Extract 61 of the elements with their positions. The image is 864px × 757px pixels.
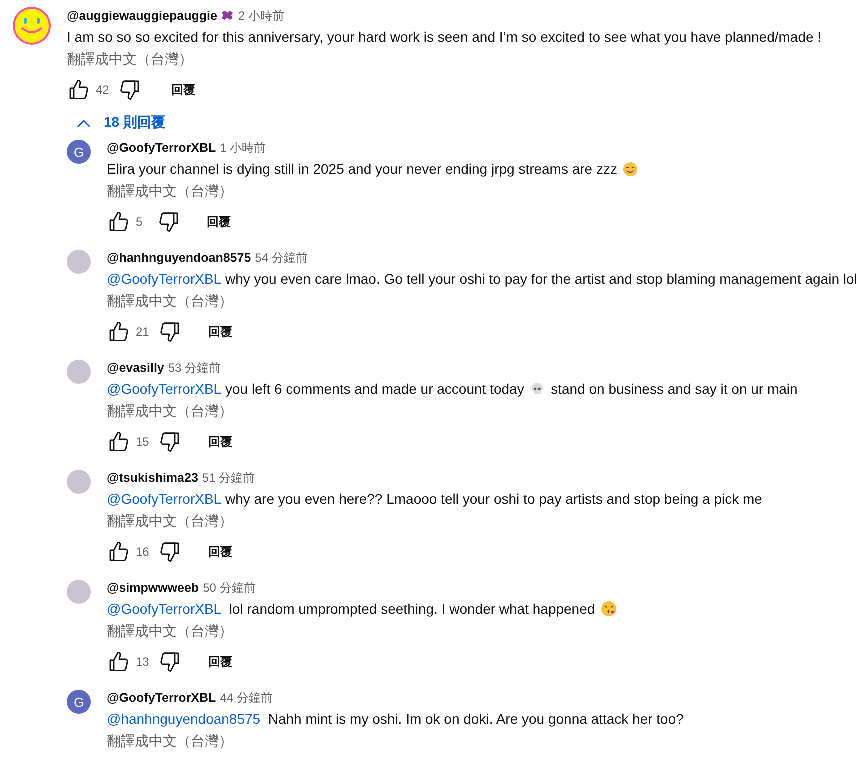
skull-icon	[530, 382, 546, 396]
timestamp[interactable]: 51 分鐘前	[202, 470, 256, 486]
like-icon[interactable]	[107, 540, 131, 564]
author-name[interactable]: @GoofyTerrorXBL	[107, 691, 216, 705]
like-count: 5	[136, 215, 144, 229]
author-name[interactable]: @GoofyTerrorXBL	[107, 141, 216, 155]
comment-text: you left 6 comments and made ur account today	[224, 381, 526, 397]
smiling-face-icon	[623, 162, 638, 176]
author-name[interactable]: @auggiewauggiepauggie	[67, 9, 218, 23]
reply-button[interactable]: 回覆	[201, 210, 237, 234]
mention-link[interactable]: @GoofyTerrorXBL	[107, 381, 222, 397]
reply-button[interactable]: 回覆	[165, 78, 202, 102]
translate-link[interactable]: 翻譯成中文（台灣）	[107, 293, 233, 311]
reply-button[interactable]: 回覆	[202, 650, 238, 674]
author-name[interactable]: @hanhnguyendoan8575	[107, 251, 252, 265]
dislike-icon[interactable]	[157, 210, 181, 234]
like-icon[interactable]	[107, 650, 131, 674]
mention-link[interactable]: @GoofyTerrorXBL	[107, 491, 222, 507]
replies-toggle[interactable]: 18 則回覆	[69, 108, 174, 138]
like-icon[interactable]	[107, 320, 131, 344]
mention-link[interactable]: @GoofyTerrorXBL	[107, 601, 222, 617]
translate-link[interactable]: 翻譯成中文（台灣）	[107, 733, 233, 751]
mention-link[interactable]: @GoofyTerrorXBL	[107, 271, 222, 287]
like-count: 21	[136, 325, 150, 339]
translate-link[interactable]: 翻譯成中文（台灣）	[107, 183, 233, 201]
reply-button[interactable]: 回覆	[202, 320, 238, 344]
comment-text: Elira your channel is dying still in 2025 and your never ending jrpg streams are zzz	[107, 161, 618, 177]
reply-button[interactable]: 回覆	[202, 540, 238, 564]
comment-text: why are you even here?? Lmaooo tell your oshi to pay artists and stop being a pick me	[224, 491, 762, 507]
timestamp[interactable]: 50 分鐘前	[203, 580, 256, 596]
author-name[interactable]: @evasilly	[107, 361, 164, 375]
like-count: 16	[136, 545, 150, 559]
like-icon[interactable]	[67, 78, 91, 102]
comment-text: I am so so so excited for this anniversary, your hard work is seen and I’m so excited to see what you have planned/made !	[67, 29, 822, 45]
like-count: 42	[96, 83, 110, 97]
translate-link[interactable]: 翻譯成中文（台灣）	[107, 513, 233, 531]
comment-text: stand on business and say it on ur main	[550, 381, 798, 397]
like-count: 13	[136, 655, 150, 669]
translate-link[interactable]: 翻譯成中文（台灣）	[67, 51, 193, 69]
kissing-face-icon	[601, 601, 618, 617]
smiley-avatar[interactable]	[12, 6, 52, 46]
timestamp[interactable]: 2 小時前	[238, 8, 284, 24]
reply-button[interactable]: 回覆	[202, 430, 238, 454]
author-name[interactable]: @tsukishima23	[107, 471, 198, 485]
comment-text: why you even care lmao. Go tell your oshi to pay for the artist and stop blaming management again lol	[224, 271, 858, 287]
translate-link[interactable]: 翻譯成中文（台灣）	[107, 623, 233, 641]
comment-text: Nahh mint is my oshi. Im ok on doki. Are you gonna attack her too?	[267, 711, 684, 727]
like-icon[interactable]	[107, 430, 131, 454]
comment-text: lol random umprompted seething. I wonder what happened	[228, 601, 596, 617]
author-name[interactable]: @simpwwweeb	[107, 581, 200, 595]
user-avatar[interactable]: G	[67, 690, 91, 714]
timestamp[interactable]: 53 分鐘前	[168, 360, 222, 376]
mention-link[interactable]: @hanhnguyendoan8575	[107, 711, 261, 727]
user-avatar[interactable]: G	[67, 140, 91, 164]
like-count: 15	[136, 435, 150, 449]
translate-link[interactable]: 翻譯成中文（台灣）	[107, 403, 233, 421]
timestamp[interactable]: 1 小時前	[220, 140, 266, 156]
caret-icon	[77, 118, 91, 128]
timestamp[interactable]: 54 分鐘前	[255, 250, 308, 266]
like-icon[interactable]	[107, 210, 131, 234]
timestamp[interactable]: 44 分鐘前	[220, 690, 273, 706]
